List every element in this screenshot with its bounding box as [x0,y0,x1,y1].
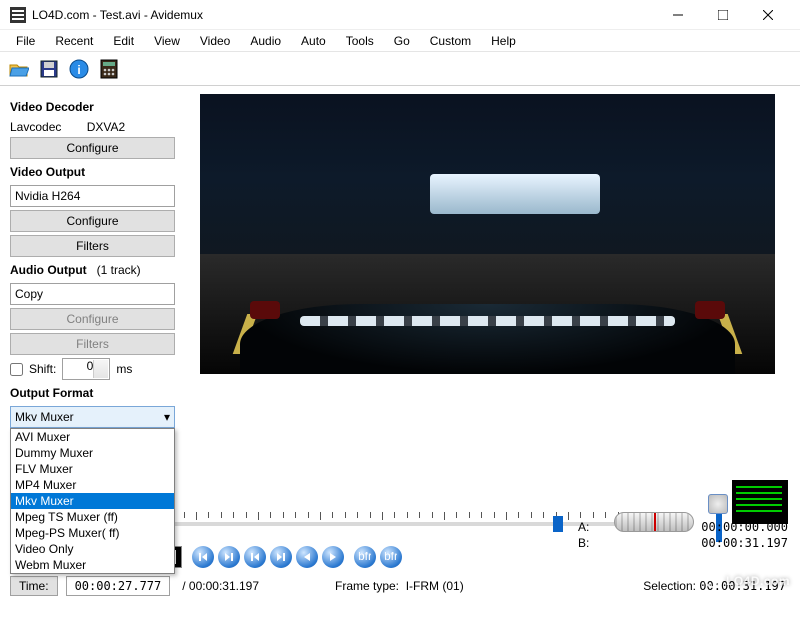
decoder-name: Lavcodec [10,120,61,134]
prev-black-frame-button[interactable]: bfr [354,546,376,568]
speed-reset-button[interactable] [708,494,728,514]
video-output-title: Video Output [10,165,190,179]
menu-file[interactable]: File [6,31,45,51]
audio-track-count: (1 track) [97,263,141,277]
open-button[interactable] [6,56,32,82]
video-preview[interactable] [200,94,775,374]
main-row: Video Decoder Lavcodec DXVA2 Configure V… [0,86,800,504]
window-controls [655,1,790,29]
menu-view[interactable]: View [144,31,190,51]
shift-checkbox[interactable] [10,363,23,376]
output-format-option[interactable]: Mpeg-PS Muxer( ff) [11,525,174,541]
svg-text:bfr: bfr [359,552,371,562]
save-button[interactable] [36,56,62,82]
menu-go[interactable]: Go [384,31,420,51]
goto-start-button[interactable] [192,546,214,568]
audio-output-configure-button[interactable]: Configure [10,308,175,330]
mark-a-label: A: [578,520,589,534]
menubar: File Recent Edit View Video Audio Auto T… [0,30,800,52]
goto-end-button[interactable] [218,546,240,568]
audio-output-title: Audio Output (1 track) [10,263,190,277]
audio-output-filters-button[interactable]: Filters [10,333,175,355]
output-format-option[interactable]: FLV Muxer [11,461,174,477]
open-icon [9,60,29,78]
shift-spinner[interactable]: 0 [62,358,110,380]
shift-unit: ms [116,362,132,376]
close-button[interactable] [745,1,790,29]
calculator-button[interactable] [96,56,122,82]
selection-readouts: A: 00:00:00.000 B: 00:00:31.197 [578,518,788,552]
next-black-frame-button[interactable]: bfr [380,546,402,568]
preview-pane [200,86,800,504]
svg-text:bfr: bfr [385,552,397,562]
menu-video[interactable]: Video [190,31,240,51]
menu-tools[interactable]: Tools [336,31,384,51]
shift-label: Shift: [29,362,56,376]
output-format-option[interactable]: Mpeg TS Muxer (ff) [11,509,174,525]
chevron-down-icon: ▾ [164,410,170,424]
output-format-select[interactable]: Mkv Muxer ▾ AVI Muxer Dummy Muxer FLV Mu… [10,406,190,428]
svg-text:i: i [77,63,80,77]
toolbar: i [0,52,800,86]
audio-output-select[interactable] [10,283,175,305]
output-format-option[interactable]: Video Only [11,541,174,557]
window-title: LO4D.com - Test.avi - Avidemux [32,8,655,22]
output-format-option[interactable]: Dummy Muxer [11,445,174,461]
minimize-button[interactable] [655,1,700,29]
output-format-title: Output Format [10,386,190,400]
next-frame-button[interactable] [322,546,344,568]
time-label-box: Time: [10,576,58,596]
titlebar: LO4D.com - Test.avi - Avidemux [0,0,800,30]
prev-keyframe-button[interactable] [244,546,266,568]
watermark: LO4D.com [704,569,790,590]
menu-custom[interactable]: Custom [420,31,481,51]
mark-b-label: B: [578,536,589,550]
info-button[interactable]: i [66,56,92,82]
mark-a-value: 00:00:00.000 [701,520,788,534]
frame-type-value: I-FRM (01) [406,579,464,593]
frame-type-label: Frame type: I-FRM (01) [331,579,468,593]
timeline-playhead[interactable] [553,516,563,532]
video-output-select[interactable] [10,185,175,207]
menu-help[interactable]: Help [481,31,526,51]
menu-auto[interactable]: Auto [291,31,336,51]
output-format-dropdown[interactable]: AVI Muxer Dummy Muxer FLV Muxer MP4 Muxe… [10,428,175,574]
menu-audio[interactable]: Audio [240,31,291,51]
mark-b-value: 00:00:31.197 [701,536,788,550]
next-keyframe-button[interactable] [270,546,292,568]
output-format-selected: Mkv Muxer [15,410,74,424]
save-icon [40,60,58,78]
output-format-option[interactable]: AVI Muxer [11,429,174,445]
decoder-configure-button[interactable]: Configure [10,137,175,159]
left-pane: Video Decoder Lavcodec DXVA2 Configure V… [0,86,200,504]
menu-recent[interactable]: Recent [45,31,103,51]
info-icon: i [69,59,89,79]
video-decoder-title: Video Decoder [10,100,190,114]
output-format-option[interactable]: Mkv Muxer [11,493,174,509]
duration-label: / 00:00:31.197 [178,579,263,593]
app-icon [10,7,26,23]
output-format-option[interactable]: MP4 Muxer [11,477,174,493]
video-output-filters-button[interactable]: Filters [10,235,175,257]
decoder-accel: DXVA2 [87,120,125,134]
menu-edit[interactable]: Edit [103,31,144,51]
maximize-button[interactable] [700,1,745,29]
output-format-option[interactable]: Webm Muxer [11,557,174,573]
calculator-icon [100,59,118,79]
video-output-configure-button[interactable]: Configure [10,210,175,232]
prev-frame-button[interactable] [296,546,318,568]
time-value-box[interactable]: 00:00:27.777 [66,576,171,596]
